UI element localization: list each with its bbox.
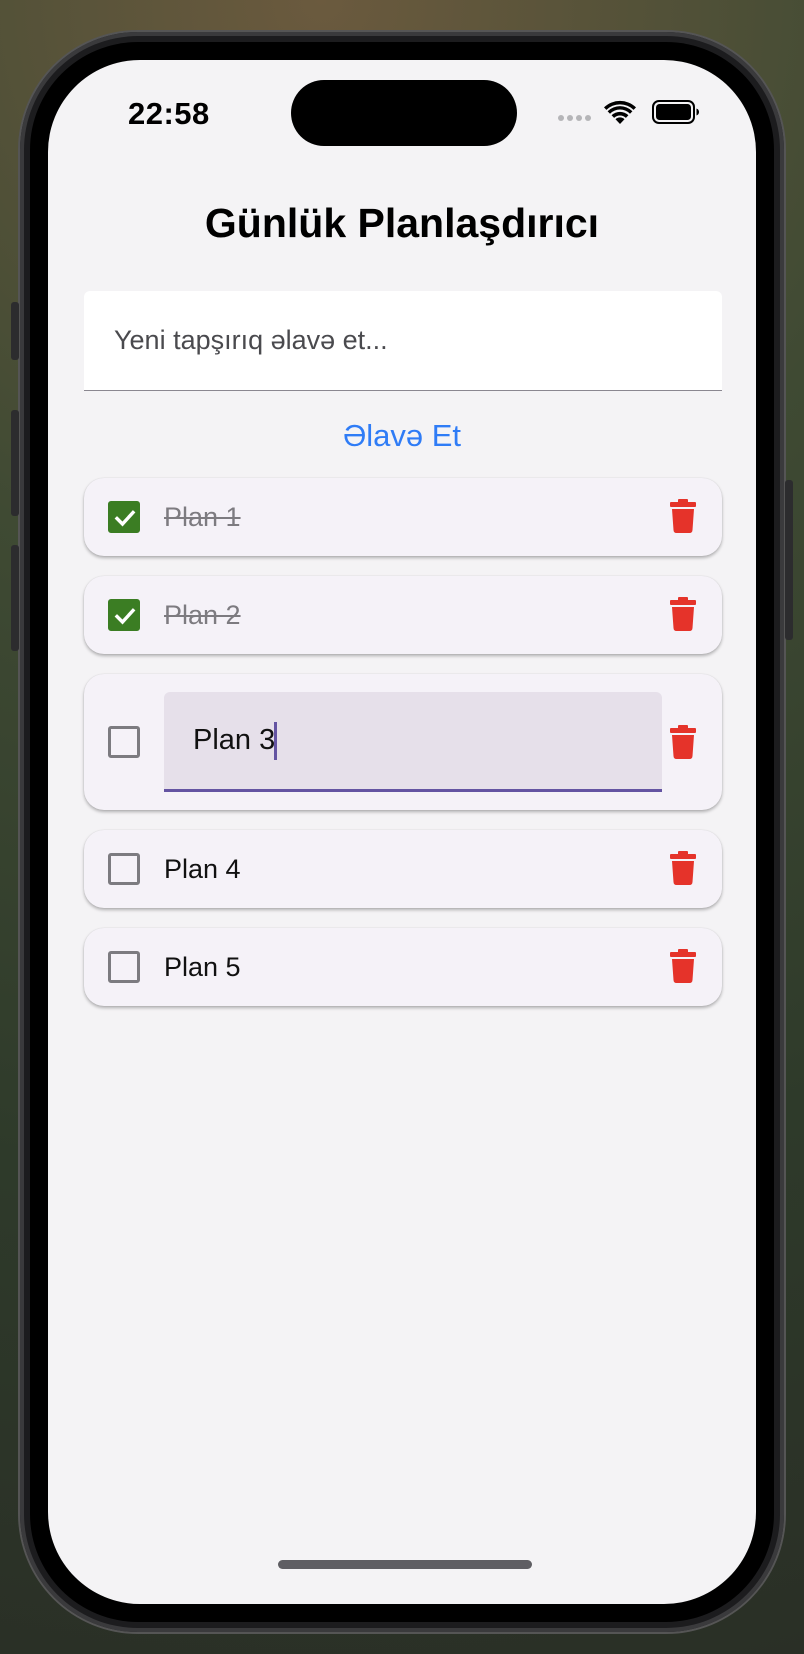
trash-icon[interactable] — [670, 949, 696, 983]
check-icon — [114, 510, 136, 527]
task-checkbox[interactable] — [108, 951, 140, 983]
side-button-right — [785, 480, 793, 640]
add-task-button[interactable]: Əlavə Et — [288, 405, 516, 465]
task-checkbox[interactable] — [108, 726, 140, 758]
dynamic-island — [291, 80, 517, 146]
trash-icon[interactable] — [670, 597, 696, 631]
check-icon — [114, 608, 136, 625]
task-item: Plan 2 — [84, 576, 722, 654]
task-checkbox[interactable] — [108, 501, 140, 533]
side-button-left-1 — [11, 302, 19, 360]
new-task-input[interactable] — [84, 291, 722, 390]
task-item: Plan 4 — [84, 830, 722, 908]
task-checkbox[interactable] — [108, 853, 140, 885]
side-button-left-3 — [11, 545, 19, 651]
task-label: Plan 1 — [164, 502, 241, 532]
trash-icon[interactable] — [670, 725, 696, 759]
battery-icon — [652, 100, 699, 124]
task-label: Plan 4 — [164, 854, 241, 884]
task-label: Plan 5 — [164, 952, 241, 982]
status-time: 22:58 — [128, 96, 210, 131]
task-checkbox[interactable] — [108, 599, 140, 631]
cellular-signal-icon — [558, 115, 591, 121]
text-cursor — [274, 722, 277, 760]
task-item: Plan 5 — [84, 928, 722, 1006]
task-item: Plan 3 — [84, 674, 722, 810]
task-label: Plan 2 — [164, 600, 241, 630]
task-edit-text[interactable]: Plan 3 — [193, 724, 275, 757]
wifi-icon — [604, 100, 636, 124]
task-edit-field[interactable]: Plan 3 — [164, 692, 662, 792]
task-item: Plan 1 — [84, 478, 722, 556]
trash-icon[interactable] — [670, 851, 696, 885]
new-task-field[interactable] — [84, 291, 722, 391]
page-title: Günlük Planlaşdırıcı — [204, 200, 600, 246]
home-indicator[interactable] — [278, 1560, 532, 1569]
app-screen: 22:58 Günlük Planlaşdırıcı Əlavə Et Plan… — [48, 60, 756, 1604]
side-button-left-2 — [11, 410, 19, 516]
trash-icon[interactable] — [670, 499, 696, 533]
